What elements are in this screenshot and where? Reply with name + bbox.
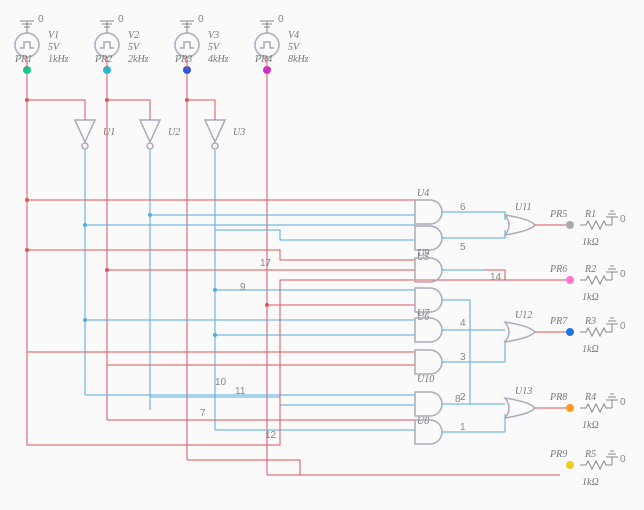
svg-text:PR8: PR8 <box>549 392 567 403</box>
svg-text:U7: U7 <box>417 308 430 319</box>
probe-pr8[interactable] <box>566 404 574 412</box>
probe-pr5[interactable] <box>566 221 574 229</box>
svg-text:U1: U1 <box>103 127 115 138</box>
or-u11[interactable]: U11 <box>505 202 535 235</box>
svg-text:PR7: PR7 <box>549 316 568 327</box>
svg-text:R5: R5 <box>584 449 596 460</box>
svg-text:5: 5 <box>460 242 466 253</box>
svg-text:R2: R2 <box>584 264 596 275</box>
svg-text:U2: U2 <box>168 127 180 138</box>
svg-text:U3: U3 <box>233 127 245 138</box>
or-u12[interactable]: U12 <box>505 310 535 342</box>
svg-text:U10: U10 <box>417 374 434 385</box>
probe-pr7[interactable] <box>566 328 574 336</box>
svg-text:PR3: PR3 <box>174 54 192 65</box>
svg-text:1kΩ: 1kΩ <box>582 237 599 248</box>
and-u10[interactable]: U10 <box>415 350 442 385</box>
svg-text:R4: R4 <box>584 392 596 403</box>
output-pr5[interactable]: PR5 R1 1kΩ 0 <box>535 209 626 248</box>
inverter-u1[interactable]: U1 <box>75 120 115 149</box>
svg-text:0: 0 <box>620 321 626 332</box>
or-gates: U11 U12 U13 <box>505 202 535 418</box>
svg-text:5V: 5V <box>288 42 301 53</box>
svg-text:1kΩ: 1kΩ <box>582 420 599 431</box>
svg-text:U4: U4 <box>417 188 429 199</box>
svg-text:14: 14 <box>490 272 502 283</box>
and-u4[interactable]: U4 <box>415 188 442 224</box>
gate-outputs: 6 5 14 4 3 2 1 8 <box>442 202 560 433</box>
svg-text:0: 0 <box>278 14 284 25</box>
output-pr8[interactable]: PR8 R4 1kΩ 0 <box>535 392 626 431</box>
svg-text:10: 10 <box>215 377 227 388</box>
inverters: U1 U2 U3 <box>75 120 245 149</box>
svg-text:U9: U9 <box>417 248 429 259</box>
and-gates: U4 U5 U9 U6 U7 U10 U8 <box>415 188 442 444</box>
svg-text:2: 2 <box>460 392 466 403</box>
circuit-canvas[interactable]: 0 V1 5V 1kHz PR1 0 V2 5V 2kHz PR2 0 V3 <box>0 0 644 510</box>
source-v3[interactable]: 0 V3 5V 4kHz PR3 <box>174 14 229 74</box>
svg-text:PR4: PR4 <box>254 54 272 65</box>
svg-text:9: 9 <box>240 282 246 293</box>
output-pr6[interactable]: PR6 R2 1kΩ 0 <box>505 264 626 303</box>
svg-text:U8: U8 <box>417 416 429 427</box>
svg-text:4: 4 <box>460 318 466 329</box>
svg-text:0: 0 <box>198 14 204 25</box>
svg-text:R3: R3 <box>584 316 596 327</box>
output-pr9[interactable]: PR9 R5 1kΩ 0 <box>549 449 626 488</box>
svg-text:PR2: PR2 <box>94 54 112 65</box>
svg-text:1: 1 <box>460 422 466 433</box>
svg-text:6: 6 <box>460 202 466 213</box>
svg-text:1kΩ: 1kΩ <box>582 344 599 355</box>
svg-text:1kΩ: 1kΩ <box>582 292 599 303</box>
svg-text:4kHz: 4kHz <box>208 54 229 65</box>
or-u13[interactable]: U13 <box>505 386 535 418</box>
svg-text:V2: V2 <box>128 30 139 41</box>
svg-text:V4: V4 <box>288 30 299 41</box>
zero-label: 0 <box>38 14 44 25</box>
svg-text:PR9: PR9 <box>549 449 567 460</box>
svg-text:0: 0 <box>118 14 124 25</box>
source-v1[interactable]: 0 V1 5V 1kHz PR1 <box>14 14 69 74</box>
svg-text:12: 12 <box>265 430 277 441</box>
inverter-u3[interactable]: U3 <box>205 120 245 149</box>
svg-text:R1: R1 <box>584 209 596 220</box>
pr1-label: PR1 <box>14 54 32 65</box>
and-u7[interactable]: U7 <box>415 308 442 342</box>
svg-text:5V: 5V <box>208 42 221 53</box>
svg-text:U13: U13 <box>515 386 532 397</box>
outputs-group: PR5 R1 1kΩ 0 PR6 R2 1kΩ 0 PR7 R3 1kΩ 0 <box>505 209 626 488</box>
svg-text:2kHz: 2kHz <box>128 54 149 65</box>
svg-text:8: 8 <box>455 394 461 405</box>
svg-text:U11: U11 <box>515 202 531 213</box>
clock-sources: 0 V1 5V 1kHz PR1 0 V2 5V 2kHz PR2 0 V3 <box>14 14 309 74</box>
svg-text:8kHz: 8kHz <box>288 54 309 65</box>
svg-text:0: 0 <box>620 397 626 408</box>
svg-text:U12: U12 <box>515 310 532 321</box>
svg-text:7: 7 <box>200 408 206 419</box>
v1-ref: V1 <box>48 30 59 41</box>
v1-ampl: 5V <box>48 42 61 53</box>
svg-text:0: 0 <box>620 269 626 280</box>
and-u9[interactable]: U9 <box>415 248 442 282</box>
svg-text:17: 17 <box>260 258 272 269</box>
svg-text:0: 0 <box>620 214 626 225</box>
source-v4[interactable]: 0 V4 5V 8kHz PR4 <box>254 14 309 74</box>
source-v2[interactable]: 0 V2 5V 2kHz PR2 <box>94 14 149 74</box>
probe-pr9[interactable] <box>566 461 574 469</box>
svg-text:V3: V3 <box>208 30 219 41</box>
probe-pr6[interactable] <box>566 276 574 284</box>
v1-freq: 1kHz <box>48 54 69 65</box>
inverter-u2[interactable]: U2 <box>140 120 180 149</box>
svg-text:PR6: PR6 <box>549 264 567 275</box>
svg-text:11: 11 <box>235 386 246 397</box>
svg-text:5V: 5V <box>128 42 141 53</box>
svg-text:PR5: PR5 <box>549 209 567 220</box>
svg-text:3: 3 <box>460 352 466 363</box>
svg-text:0: 0 <box>620 454 626 465</box>
and-u8[interactable]: U8 <box>415 392 442 427</box>
output-pr7[interactable]: PR7 R3 1kΩ 0 <box>535 316 626 355</box>
svg-text:1kΩ: 1kΩ <box>582 477 599 488</box>
